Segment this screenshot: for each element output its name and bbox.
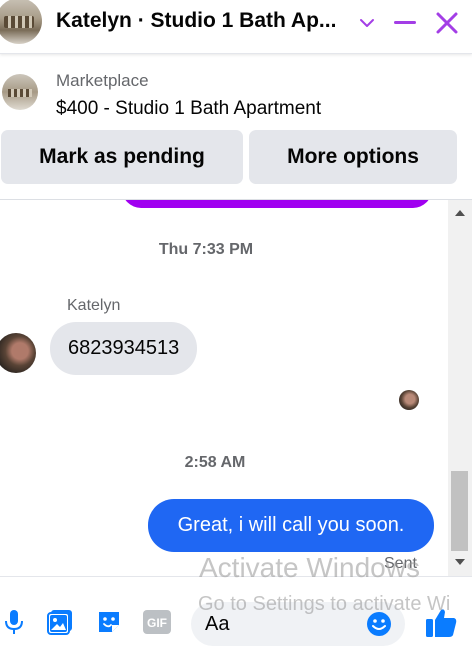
- sender-name: Katelyn: [67, 297, 121, 314]
- seen-indicator-avatar: [399, 390, 419, 410]
- sender-avatar[interactable]: [0, 333, 36, 373]
- timestamp: Thu 7:33 PM: [158, 241, 254, 258]
- previous-outgoing-bubble[interactable]: [122, 200, 432, 208]
- gif-icon[interactable]: GIF: [143, 607, 171, 637]
- scrollbar-thumb[interactable]: [451, 471, 468, 551]
- scrollbar[interactable]: [448, 200, 472, 576]
- marketplace-label: Marketplace: [56, 71, 149, 90]
- scroll-down-arrow-icon[interactable]: [455, 559, 465, 565]
- chat-title[interactable]: Katelyn · Studio 1 Bath Ap...: [56, 9, 352, 33]
- messenger-chat-window: Katelyn · Studio 1 Bath Ap... Marketplac…: [0, 0, 472, 649]
- marketplace-banner: Marketplace $400 - Studio 1 Bath Apartme…: [0, 54, 472, 200]
- close-icon[interactable]: [432, 8, 462, 38]
- chat-header: Katelyn · Studio 1 Bath Ap...: [0, 0, 472, 54]
- scroll-up-arrow-icon[interactable]: [455, 210, 465, 216]
- chevron-down-icon[interactable]: [352, 8, 382, 38]
- sticker-icon[interactable]: [95, 607, 123, 637]
- message-list[interactable]: Thu 7:33 PM Katelyn 6823934513 2:58 AM G…: [0, 200, 448, 576]
- timestamp: 2:58 AM: [184, 454, 246, 471]
- listing-thumbnail[interactable]: [2, 74, 38, 110]
- mark-as-pending-button[interactable]: Mark as pending: [1, 130, 243, 184]
- photo-icon[interactable]: [46, 607, 74, 637]
- microphone-icon[interactable]: [0, 607, 28, 637]
- listing-title[interactable]: $400 - Studio 1 Bath Apartment: [56, 98, 321, 120]
- incoming-message-bubble[interactable]: 6823934513: [50, 322, 198, 375]
- outgoing-message-bubble[interactable]: Great, i will call you soon.: [148, 499, 434, 552]
- svg-text:GIF: GIF: [147, 616, 167, 630]
- minimize-icon[interactable]: [390, 8, 420, 38]
- activate-windows-watermark: Activate Windows: [199, 552, 420, 583]
- listing-avatar[interactable]: [0, 0, 42, 44]
- more-options-button[interactable]: More options: [249, 130, 457, 184]
- activate-windows-hint: Go to Settings to activate Wi: [198, 593, 451, 615]
